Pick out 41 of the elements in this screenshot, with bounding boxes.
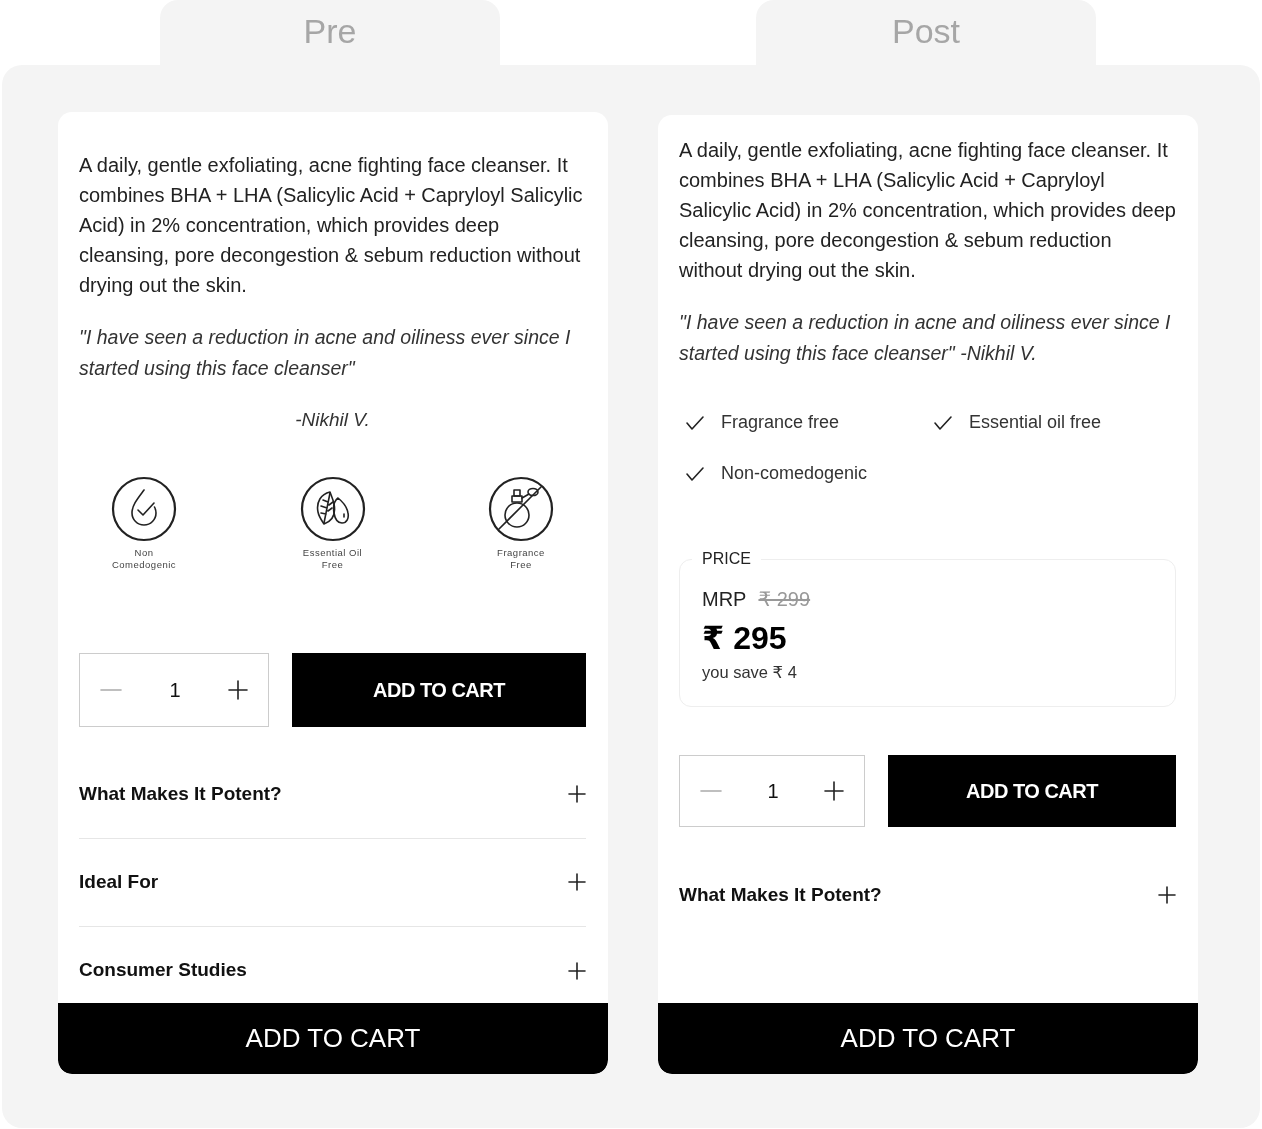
testimonial-author: -Nikhil V. — [294, 408, 371, 432]
testimonial-quote: "I have seen a reduction in acne and oiliness ever since I started using this face cleanser" — [79, 325, 572, 381]
feature-label: Non-comedogenic — [721, 462, 868, 485]
badge-label: Non Comedogenic — [111, 546, 177, 572]
plus-icon — [824, 781, 844, 802]
check-icon — [685, 465, 705, 482]
quantity-value: 1 — [767, 779, 779, 805]
feature-label: Fragrance free — [721, 411, 840, 434]
increase-button[interactable] — [226, 677, 250, 702]
minus-icon — [700, 789, 722, 794]
accordion-header[interactable]: What Makes It Potent? — [679, 851, 1176, 940]
plus-icon — [1158, 886, 1176, 905]
plus-icon — [568, 873, 586, 891]
accordion-header[interactable]: What Makes It Potent? — [79, 750, 586, 839]
add-to-cart-button[interactable]: ADD TO CART — [58, 1003, 608, 1074]
product-description: A daily, gentle exfoliating, acne fighting face cleanser. It combines BHA + LHA (Salicylic Acid + Capryloyl Salicylic Acid) in 2% concentration, which provides deep cleansing, pore decongestion & sebum reduction without drying out the skin. — [79, 153, 584, 298]
minus-icon — [100, 687, 122, 692]
accordion-header[interactable]: Consumer Studies — [79, 926, 586, 1003]
testimonial-quote: "I have seen a reduction in acne and oiliness ever since I started using this face cleanser" -Nikhil V. — [679, 310, 1172, 366]
quantity-value: 1 — [169, 677, 181, 703]
sale-price: ₹ 295 — [702, 619, 788, 658]
feature-label: Essential oil free — [969, 411, 1102, 434]
product-description: A daily, gentle exfoliating, acne fighting face cleanser. It combines BHA + LHA (Salicylic Acid + Capryloyl Salicylic Acid) in 2% concentration, which provides deep cleansing, pore decongestion & sebum reduction without drying out the skin. — [679, 138, 1176, 283]
plus-icon — [568, 961, 586, 980]
increase-button[interactable] — [822, 779, 846, 804]
check-icon — [933, 414, 953, 431]
add-to-cart-button[interactable]: ADD TO CART — [292, 652, 586, 727]
plus-icon — [568, 785, 586, 803]
original-price: ₹ 299 — [758, 587, 811, 612]
plus-icon — [228, 679, 248, 700]
add-to-cart-button[interactable]: ADD TO CART — [888, 755, 1176, 828]
savings-text: you save ₹ 4 — [702, 661, 798, 683]
leaf-drop-icon — [298, 474, 367, 543]
badge-label: Fragrance Free — [497, 546, 545, 572]
perfume-bottle-icon — [487, 474, 555, 543]
add-to-cart-button[interactable]: ADD TO CART — [658, 1003, 1198, 1074]
drop-check-icon — [110, 474, 178, 543]
check-icon — [685, 414, 705, 431]
accordion-header[interactable]: Ideal For — [79, 838, 586, 927]
mrp-label: MRP — [702, 587, 747, 612]
badge-label: Essential Oil Free — [302, 546, 363, 572]
